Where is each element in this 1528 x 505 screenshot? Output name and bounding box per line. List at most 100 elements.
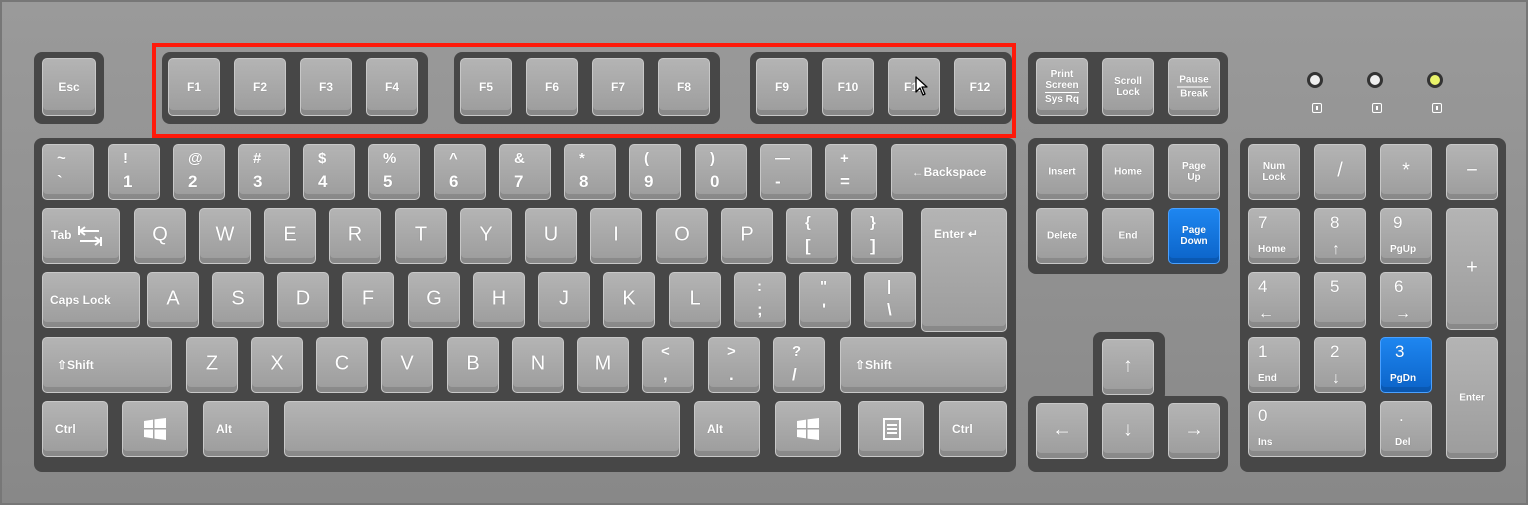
- j-key[interactable]: J: [538, 272, 590, 328]
- left-alt-key[interactable]: Alt: [203, 401, 269, 457]
- quote-key[interactable]: " ': [799, 272, 851, 328]
- num-lock-key[interactable]: Num Lock: [1248, 144, 1300, 200]
- numpad-divide-key[interactable]: /: [1314, 144, 1366, 200]
- key-7[interactable]: & 7: [499, 144, 551, 200]
- slash-key[interactable]: ? /: [773, 337, 825, 393]
- f2-key[interactable]: F2: [234, 58, 286, 116]
- key-8[interactable]: * 8: [564, 144, 616, 200]
- key-3[interactable]: #3: [238, 144, 290, 200]
- period-key[interactable]: >.: [708, 337, 760, 393]
- pause-break-key[interactable]: Pause Break: [1168, 58, 1220, 116]
- scroll-lock-key[interactable]: Scroll Lock: [1102, 58, 1154, 116]
- backspace-key[interactable]: ←Backspace: [891, 144, 1007, 200]
- delete-key[interactable]: Delete: [1036, 208, 1088, 264]
- numpad-8-key[interactable]: 8 ↑: [1314, 208, 1366, 264]
- f11-key[interactable]: F11: [888, 58, 940, 116]
- key-6[interactable]: ^ 6: [434, 144, 486, 200]
- numpad-subtract-key[interactable]: −: [1446, 144, 1498, 200]
- s-key[interactable]: S: [212, 272, 264, 328]
- key-4[interactable]: $4: [303, 144, 355, 200]
- caps-lock-key[interactable]: Caps Lock: [42, 272, 140, 328]
- print-screen-key[interactable]: Print Screen Sys Rq: [1036, 58, 1088, 116]
- f8-key[interactable]: F8: [658, 58, 710, 116]
- n-key[interactable]: N: [512, 337, 564, 393]
- f-key[interactable]: F: [342, 272, 394, 328]
- tab-key[interactable]: Tab: [42, 208, 120, 264]
- b-key[interactable]: B: [447, 337, 499, 393]
- minus-key[interactable]: — -: [760, 144, 812, 200]
- numpad-0-key[interactable]: 0 Ins: [1248, 401, 1366, 457]
- w-key[interactable]: W: [199, 208, 251, 264]
- g-key[interactable]: G: [408, 272, 460, 328]
- arrow-right-key[interactable]: →: [1168, 403, 1220, 459]
- page-up-key[interactable]: Page Up: [1168, 144, 1220, 200]
- l-key[interactable]: L: [669, 272, 721, 328]
- menu-key[interactable]: [858, 401, 924, 457]
- arrow-up-key[interactable]: ↑: [1102, 339, 1154, 395]
- numpad-4-key[interactable]: 4 ←: [1248, 272, 1300, 328]
- equal-key[interactable]: + =: [825, 144, 877, 200]
- numpad-3-key[interactable]: 3 PgDn: [1380, 337, 1432, 393]
- f12-key[interactable]: F12: [954, 58, 1006, 116]
- space-bar[interactable]: [284, 401, 680, 457]
- esc-key[interactable]: Esc: [42, 58, 96, 116]
- t-key[interactable]: T: [395, 208, 447, 264]
- right-ctrl-key[interactable]: Ctrl: [939, 401, 1007, 457]
- insert-key[interactable]: Insert: [1036, 144, 1088, 200]
- left-windows-key[interactable]: [122, 401, 188, 457]
- x-key[interactable]: X: [251, 337, 303, 393]
- p-key[interactable]: P: [721, 208, 773, 264]
- enter-key[interactable]: Enter ↵: [921, 208, 1007, 332]
- key-5[interactable]: % 5: [368, 144, 420, 200]
- numpad-9-key[interactable]: 9 PgUp: [1380, 208, 1432, 264]
- z-key[interactable]: Z: [186, 337, 238, 393]
- arrow-down-key[interactable]: ↓: [1102, 403, 1154, 459]
- numpad-enter-key[interactable]: Enter: [1446, 337, 1498, 459]
- u-key[interactable]: U: [525, 208, 577, 264]
- key-2[interactable]: @2: [173, 144, 225, 200]
- end-key[interactable]: End: [1102, 208, 1154, 264]
- numpad-multiply-key[interactable]: *: [1380, 144, 1432, 200]
- key-9[interactable]: (9: [629, 144, 681, 200]
- i-key[interactable]: I: [590, 208, 642, 264]
- m-key[interactable]: M: [577, 337, 629, 393]
- comma-key[interactable]: <,: [642, 337, 694, 393]
- q-key[interactable]: Q: [134, 208, 186, 264]
- key-0[interactable]: ) 0: [695, 144, 747, 200]
- backslash-key[interactable]: | \: [864, 272, 916, 328]
- numpad-7-key[interactable]: 7 Home: [1248, 208, 1300, 264]
- f1-key[interactable]: F1: [168, 58, 220, 116]
- d-key[interactable]: D: [277, 272, 329, 328]
- backtick-key[interactable]: ~ `: [42, 144, 94, 200]
- o-key[interactable]: O: [656, 208, 708, 264]
- f6-key[interactable]: F6: [526, 58, 578, 116]
- key-1[interactable]: ! 1: [108, 144, 160, 200]
- f9-key[interactable]: F9: [756, 58, 808, 116]
- a-key[interactable]: A: [147, 272, 199, 328]
- c-key[interactable]: C: [316, 337, 368, 393]
- left-shift-key[interactable]: ⇧Shift: [42, 337, 172, 393]
- f10-key[interactable]: F10: [822, 58, 874, 116]
- home-key[interactable]: Home: [1102, 144, 1154, 200]
- y-key[interactable]: Y: [460, 208, 512, 264]
- f5-key[interactable]: F5: [460, 58, 512, 116]
- f3-key[interactable]: F3: [300, 58, 352, 116]
- left-bracket-key[interactable]: {[: [786, 208, 838, 264]
- numpad-add-key[interactable]: +: [1446, 208, 1498, 330]
- right-windows-key[interactable]: [775, 401, 841, 457]
- r-key[interactable]: R: [329, 208, 381, 264]
- numpad-2-key[interactable]: 2 ↓: [1314, 337, 1366, 393]
- numpad-5-key[interactable]: 5: [1314, 272, 1366, 328]
- right-shift-key[interactable]: ⇧Shift: [840, 337, 1007, 393]
- v-key[interactable]: V: [381, 337, 433, 393]
- numpad-decimal-key[interactable]: . Del: [1380, 401, 1432, 457]
- numpad-1-key[interactable]: 1 End: [1248, 337, 1300, 393]
- f4-key[interactable]: F4: [366, 58, 418, 116]
- right-bracket-key[interactable]: }]: [851, 208, 903, 264]
- semicolon-key[interactable]: :;: [734, 272, 786, 328]
- arrow-left-key[interactable]: ←: [1036, 403, 1088, 459]
- right-alt-key[interactable]: Alt: [694, 401, 760, 457]
- e-key[interactable]: E: [264, 208, 316, 264]
- f7-key[interactable]: F7: [592, 58, 644, 116]
- left-ctrl-key[interactable]: Ctrl: [42, 401, 108, 457]
